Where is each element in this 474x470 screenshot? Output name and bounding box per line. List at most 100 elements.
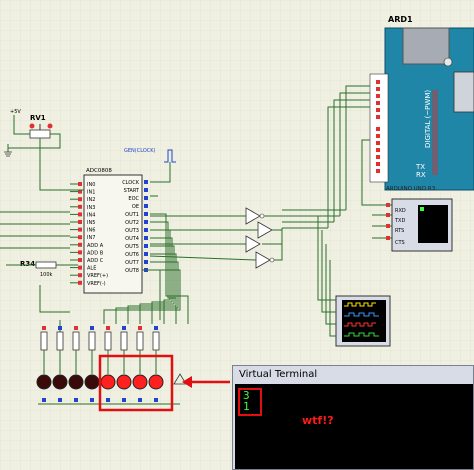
adc-pin-left: IN3 xyxy=(87,205,95,211)
vterm-cts: CTS xyxy=(395,240,405,246)
arduino-name: ARDUINO UNO R3 xyxy=(386,186,436,192)
resistor-pin xyxy=(90,326,94,330)
led-resistor xyxy=(72,331,80,351)
adc-pin-right: CLOCK xyxy=(122,180,140,186)
adc-pin-left: ADD C xyxy=(87,258,104,264)
adc-pin-marker xyxy=(78,250,82,255)
resistor-pin xyxy=(138,326,142,330)
vterm-txd: TXD xyxy=(394,218,405,224)
led-resistor xyxy=(152,331,160,351)
adc-pin-marker xyxy=(144,180,148,184)
adc-pin-left: ADD B xyxy=(87,250,104,256)
led xyxy=(36,374,52,390)
led-pin xyxy=(90,398,94,402)
adc-pin-marker xyxy=(78,204,82,209)
led-resistor xyxy=(120,331,128,351)
adc-pin-marker xyxy=(78,197,82,202)
adc-pin-right: OUT8 xyxy=(125,268,139,274)
clock-generator-label: GEN(CLOCK) xyxy=(124,148,156,154)
adc-pin-right: START xyxy=(124,188,140,194)
adc-pin-marker xyxy=(78,182,82,186)
adc-pin-left: IN6 xyxy=(87,228,95,234)
led-pin xyxy=(74,398,78,402)
adc-pin-marker xyxy=(144,244,148,248)
arduino-uno[interactable]: DIGITAL (~PWM) TX RX xyxy=(369,27,474,191)
virtual-terminal-symbol[interactable]: RXD TXD RTS CTS xyxy=(386,198,453,252)
rx-label: RX xyxy=(416,171,426,179)
adc-pin-right: OUT4 xyxy=(125,236,139,242)
adc-pin-left: IN7 xyxy=(87,235,95,241)
resistor-pin xyxy=(42,326,46,330)
r34-label: R34 xyxy=(20,260,35,268)
resistor-pin xyxy=(106,326,110,330)
adc-pin-right: OE xyxy=(132,204,139,210)
led-resistor xyxy=(56,331,64,351)
resistor-pin xyxy=(74,326,78,330)
terminal-screen[interactable]: 3 1 xyxy=(235,384,473,469)
adc-pin-marker xyxy=(78,212,82,217)
adc-pin-marker xyxy=(144,196,148,200)
adc-pin-marker xyxy=(144,236,148,240)
adc-pin-right: OUT5 xyxy=(125,244,139,250)
oscilloscope[interactable] xyxy=(335,295,391,347)
tx-label: TX xyxy=(415,163,425,171)
adc-pin-left: IN4 xyxy=(87,212,95,218)
led xyxy=(148,374,164,390)
adc-pin-left: IN5 xyxy=(87,220,95,226)
led xyxy=(116,374,132,390)
adc-pin-marker xyxy=(144,204,148,208)
led-pin xyxy=(58,398,62,402)
resistor-pin xyxy=(154,326,158,330)
adc-pin-marker xyxy=(78,265,82,270)
led xyxy=(100,374,116,390)
adc-pin-marker xyxy=(78,280,82,285)
led-pin xyxy=(154,398,158,402)
adc-pin-right: OUT1 xyxy=(125,212,139,218)
led xyxy=(84,374,100,390)
adc-pin-marker xyxy=(144,212,148,216)
adc-pin-marker xyxy=(78,242,82,247)
led-pin xyxy=(138,398,142,402)
led xyxy=(52,374,68,390)
led-resistor xyxy=(88,331,96,351)
adc-pin-marker xyxy=(144,260,148,264)
adc-pin-right: OUT2 xyxy=(125,220,139,226)
adc-pin-right: OUT3 xyxy=(125,228,139,234)
ard1-label: ARD1 xyxy=(388,15,413,24)
adc-pin-left: IN2 xyxy=(87,197,95,203)
adc-pin-marker xyxy=(144,228,148,232)
adc-name: ADC0808 xyxy=(86,168,112,174)
led-pin xyxy=(42,398,46,402)
adc-pin-marker xyxy=(144,188,148,192)
adc-pin-right: EOC xyxy=(128,196,139,202)
adc-pin-marker xyxy=(144,220,148,224)
adc-pin-marker xyxy=(78,235,82,240)
led-pin xyxy=(122,398,126,402)
adc-pin-left: ALE xyxy=(87,266,96,272)
annotation-text: wtf!? xyxy=(302,414,334,427)
led xyxy=(132,374,148,390)
adc-pin-left: IN0 xyxy=(87,182,95,188)
plus5v-label: +5V xyxy=(10,109,21,115)
adc-pin-marker xyxy=(78,273,82,278)
adc-pin-left: VREF(-) xyxy=(87,281,106,287)
adc-pin-left: ADD A xyxy=(87,243,104,249)
vterm-rts: RTS xyxy=(395,228,404,234)
led xyxy=(68,374,84,390)
adc-pin-left: IN1 xyxy=(87,190,95,196)
adc-pin-marker xyxy=(78,220,82,224)
resistor-pin xyxy=(58,326,62,330)
terminal-highlight-box xyxy=(238,388,262,416)
usb-connector xyxy=(402,27,450,65)
resistor-r34[interactable] xyxy=(35,261,57,269)
digital-label: DIGITAL (~PWM) xyxy=(424,90,432,148)
adc-pin-right: OUT6 xyxy=(125,252,139,258)
resistor-pin xyxy=(122,326,126,330)
r34-value: 100k xyxy=(40,272,53,278)
adc-pin-left: VREF(+) xyxy=(87,273,108,279)
led-resistor xyxy=(104,331,112,351)
led-resistor xyxy=(136,331,144,351)
led-pin xyxy=(106,398,110,402)
rv1-label: RV1 xyxy=(30,114,46,122)
virtual-terminal-window[interactable]: Virtual Terminal 3 1 xyxy=(232,365,474,470)
